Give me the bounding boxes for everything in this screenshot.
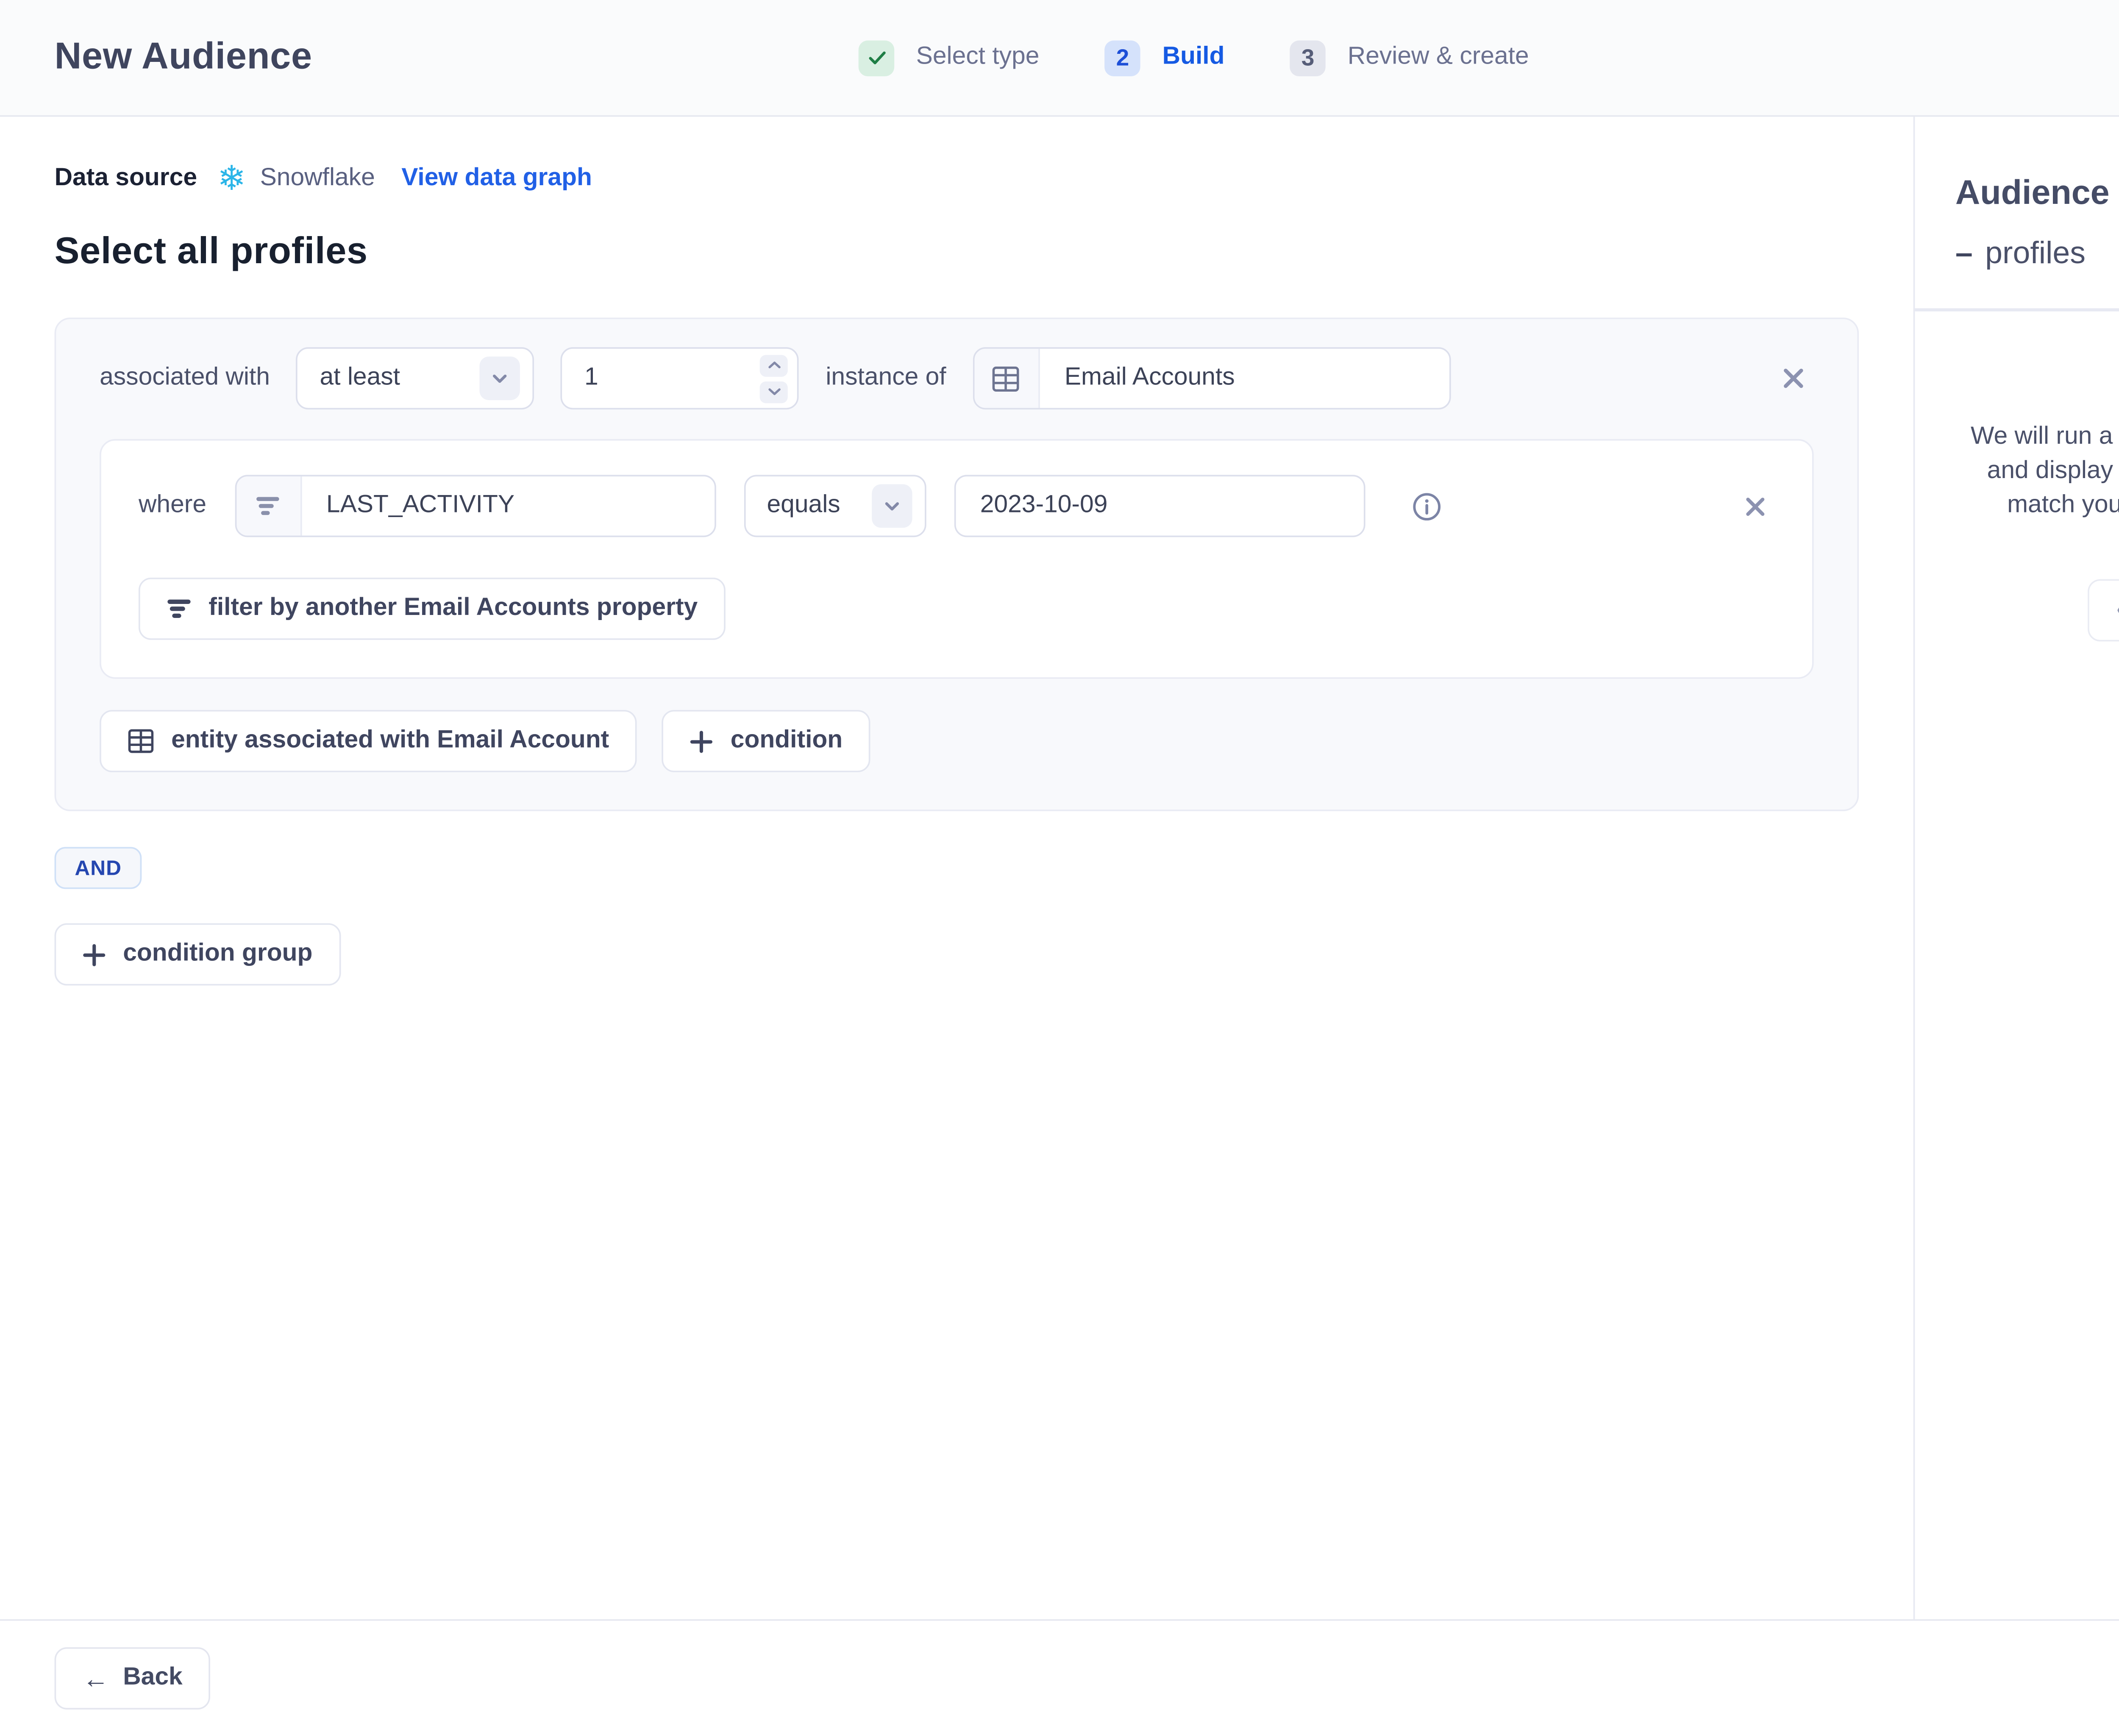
add-condition-group-label: condition group (123, 940, 313, 967)
table-icon (128, 729, 154, 754)
data-source-label: Data source (54, 165, 197, 192)
operator-select[interactable]: equals (743, 475, 926, 537)
preview-description: We will run a query on your warehouse an… (1971, 423, 2119, 519)
step-label: Build (1162, 43, 1225, 70)
footer-bar: ← Back Next → (0, 1619, 2119, 1736)
condition-group-actions: condition group (54, 923, 1859, 986)
snowflake-icon: ❄ (217, 159, 246, 198)
audience-builder: Data source ❄ Snowflake View data graph … (0, 117, 1913, 1619)
view-data-graph-link[interactable]: View data graph (401, 165, 592, 193)
value-text: 2023-10-09 (980, 492, 1108, 519)
step-build[interactable]: 2 Build (1104, 39, 1225, 76)
step-label: Select type (916, 43, 1040, 70)
where-row: where LAST_ACTIVITY equals 2023-10-09 (139, 475, 1775, 537)
plus-icon (690, 729, 713, 753)
eye-icon (2116, 598, 2119, 623)
entity-associated-label: entity associated with Email Account (171, 727, 609, 754)
operator-value: equals (767, 492, 840, 519)
instance-of-label: instance of (826, 364, 946, 391)
quantifier-value: at least (320, 364, 400, 391)
step-number-badge: 3 (1290, 39, 1326, 76)
count-input[interactable]: 1 (561, 347, 799, 410)
filter-icon (236, 476, 302, 536)
stepper-nav: Select type 2 Build 3 Review & create (858, 0, 1529, 115)
and-badge-row: AND (54, 811, 1859, 889)
quantifier-select[interactable]: at least (296, 347, 535, 410)
back-button-label: Back (123, 1664, 183, 1691)
preview-button[interactable]: Preview (2088, 579, 2119, 642)
preview-panel-title: Audience preview (1955, 172, 2119, 212)
filter-button-row: filter by another Email Accounts propert… (138, 577, 1775, 640)
stepper-down-icon[interactable] (760, 381, 789, 403)
condition-card-actions: entity associated with Email Account con… (100, 710, 1813, 773)
value-input[interactable]: 2023-10-09 (954, 475, 1365, 537)
where-clause-card: where LAST_ACTIVITY equals 2023-10-09 fi… (100, 439, 1814, 679)
audience-preview-panel: Audience preview – profiles We will run … (1913, 117, 2119, 1619)
step-label: Review & create (1347, 43, 1529, 70)
associated-with-label: associated with (100, 364, 270, 391)
info-icon[interactable] (1405, 485, 1447, 527)
content-area: Data source ❄ Snowflake View data graph … (0, 117, 2119, 1619)
add-condition-group-button[interactable]: condition group (54, 923, 341, 986)
preview-panel-body: We will run a query on your warehouse an… (1915, 312, 2119, 642)
plus-icon (83, 943, 106, 966)
top-bar: New Audience Select type 2 Build 3 Revie… (0, 0, 2119, 117)
entity-value: Email Accounts (1064, 364, 1235, 391)
profile-count-row: – profiles (1955, 236, 2119, 272)
back-button[interactable]: ← Back (54, 1647, 211, 1710)
arrow-left-icon: ← (82, 1664, 109, 1693)
property-value: LAST_ACTIVITY (326, 492, 515, 519)
table-icon (974, 348, 1040, 408)
count-value: 1 (584, 364, 598, 391)
preview-panel-header: Audience preview – profiles (1915, 117, 2119, 273)
step-review-create[interactable]: 3 Review & create (1290, 39, 1529, 76)
chevron-down-icon (871, 484, 912, 528)
add-condition-label: condition (730, 727, 843, 754)
stepper-up-icon[interactable] (760, 354, 789, 376)
chevron-down-icon (480, 356, 521, 401)
add-condition-button[interactable]: condition (662, 710, 871, 773)
property-select[interactable]: LAST_ACTIVITY (234, 475, 716, 537)
entity-associated-button[interactable]: entity associated with Email Account (100, 710, 637, 773)
association-condition-row: associated with at least 1 instance of E… (100, 347, 1814, 410)
profile-count-unit: profiles (1985, 236, 2086, 271)
where-label: where (138, 492, 207, 519)
new-audience-screen: New Audience Select type 2 Build 3 Revie… (0, 0, 2119, 1736)
step-number-badge: 2 (1104, 39, 1141, 76)
add-property-filter-label: filter by another Email Accounts propert… (209, 595, 698, 621)
remove-condition-button[interactable] (1773, 358, 1814, 399)
section-heading: Select all profiles (54, 230, 368, 273)
page-title: New Audience (54, 36, 312, 78)
entity-select[interactable]: Email Accounts (973, 347, 1451, 410)
count-stepper (760, 354, 789, 403)
remove-where-button[interactable] (1736, 487, 1775, 526)
data-source-name: Snowflake (260, 165, 375, 192)
profile-count-value: – (1955, 236, 1973, 271)
add-property-filter-button[interactable]: filter by another Email Accounts propert… (138, 577, 726, 640)
preview-panel-divider (1915, 308, 2119, 312)
step-select-type[interactable]: Select type (858, 39, 1040, 76)
data-source-row: Data source ❄ Snowflake View data graph (54, 159, 1859, 198)
and-operator-badge[interactable]: AND (54, 847, 142, 889)
check-icon (858, 39, 895, 76)
condition-group-card: associated with at least 1 instance of E… (54, 317, 1859, 811)
filter-icon (167, 598, 192, 620)
